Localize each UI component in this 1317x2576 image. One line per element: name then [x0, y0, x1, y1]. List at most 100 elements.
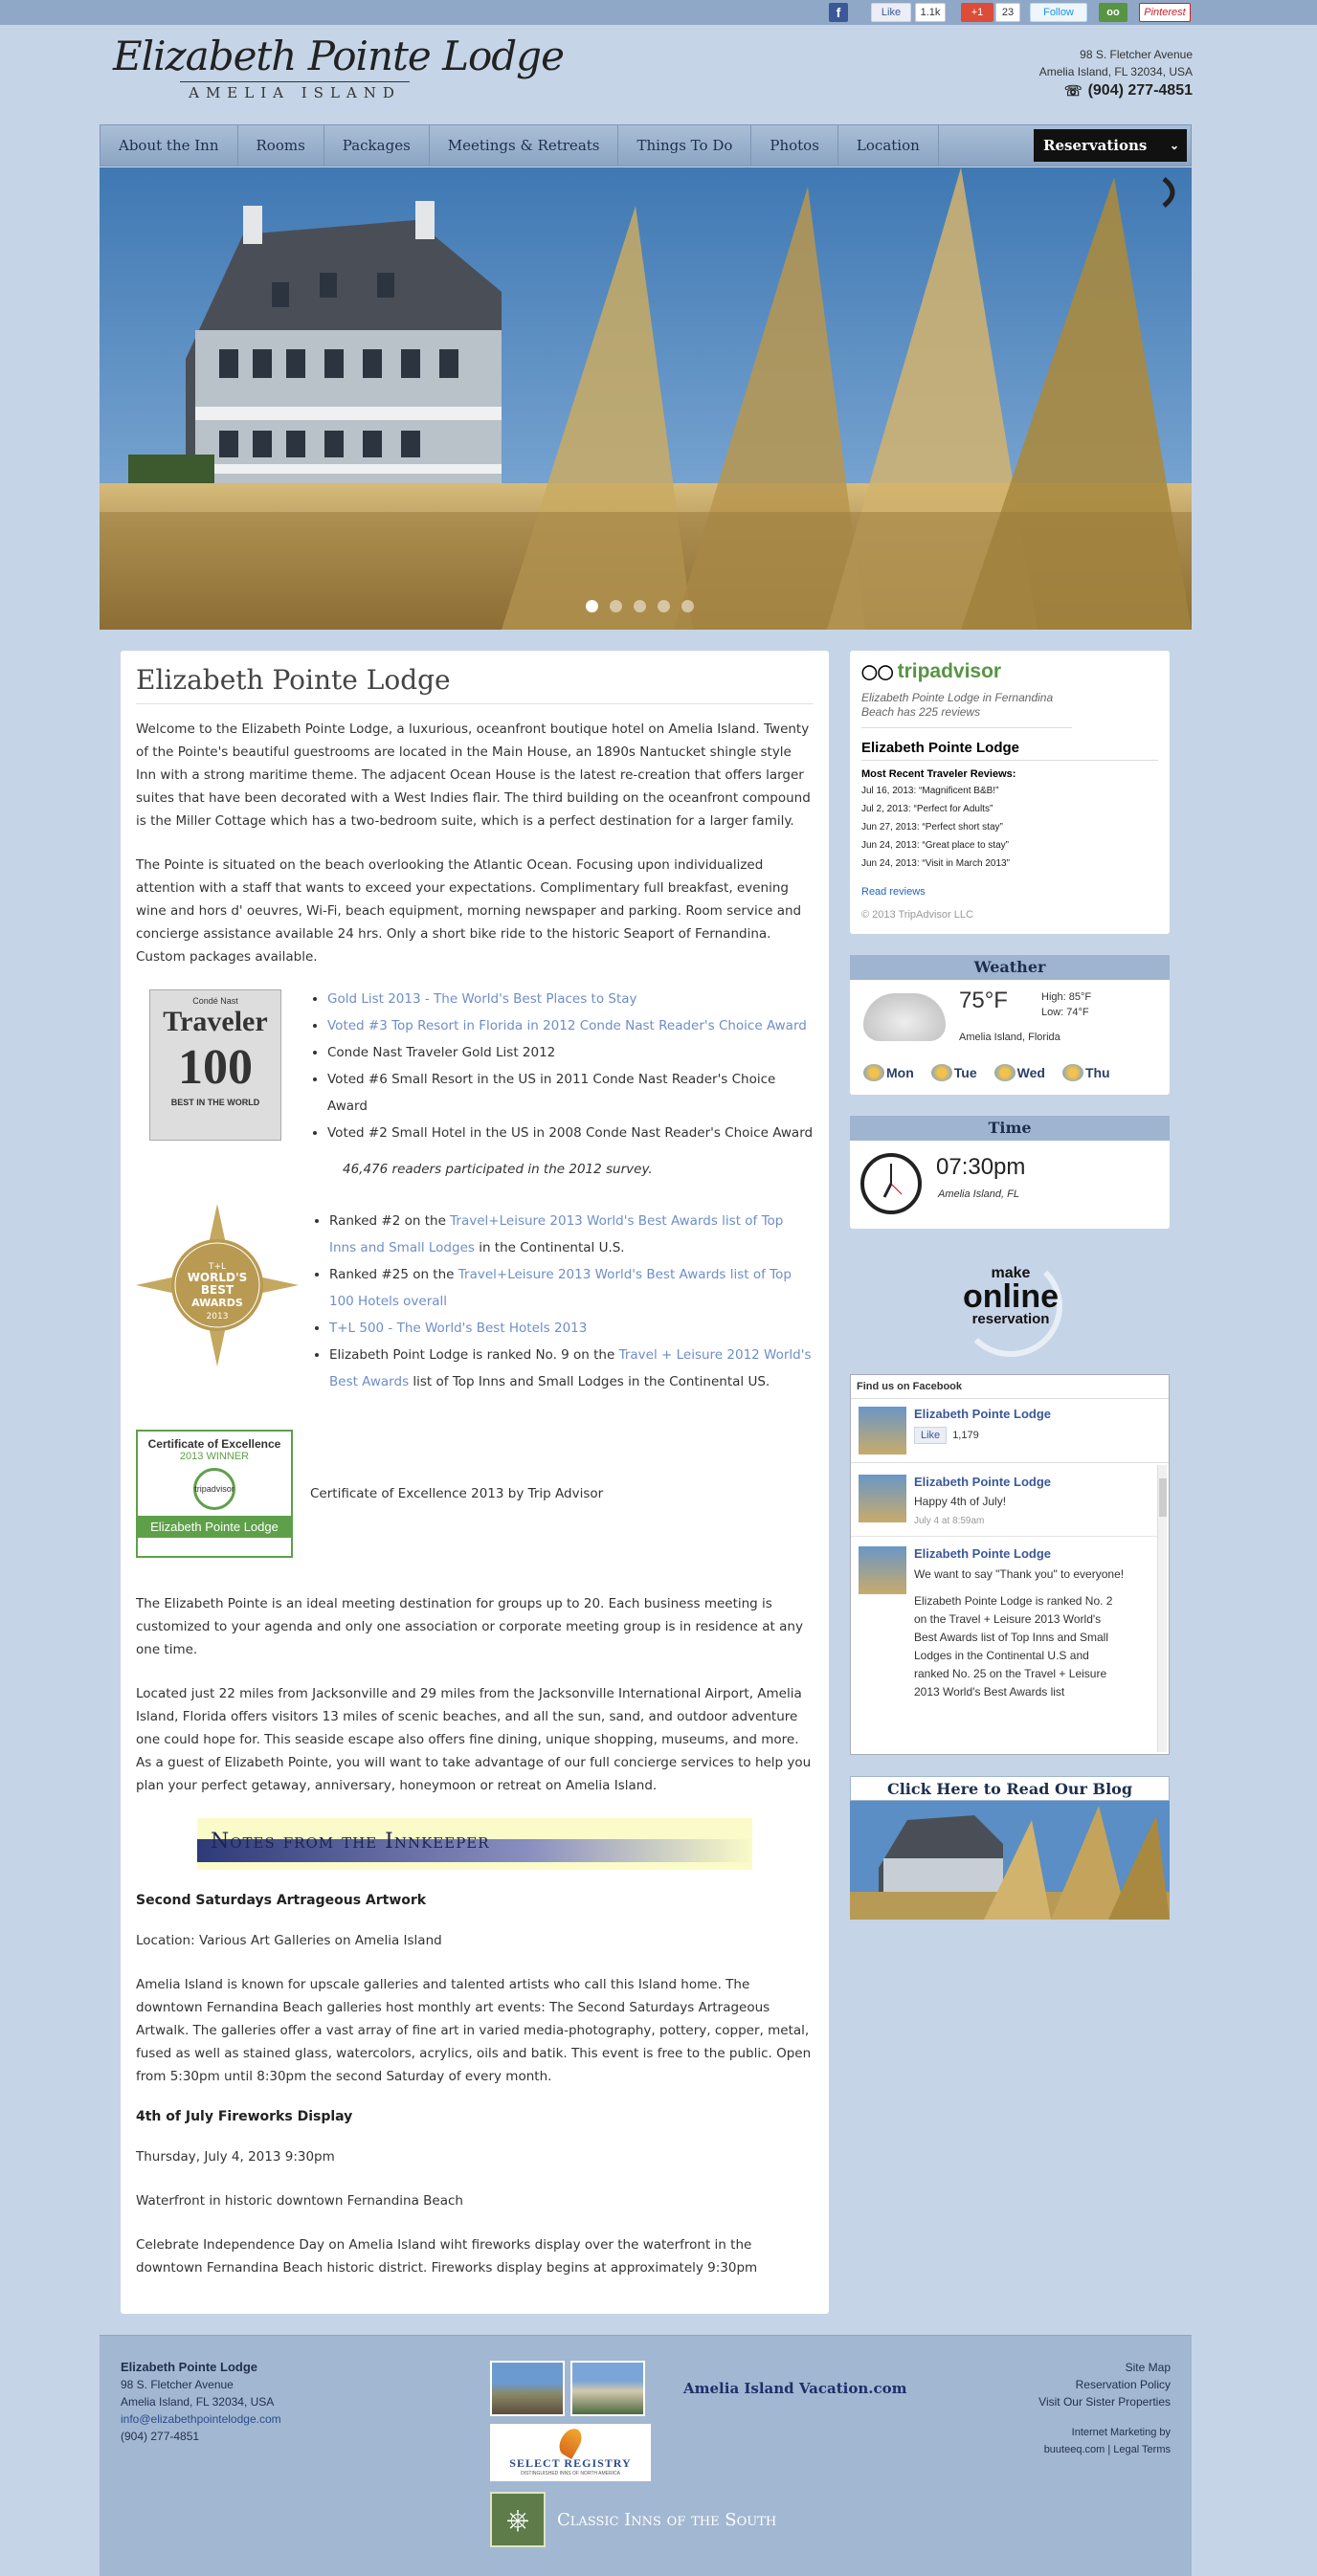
event2-body: Celebrate Independence Day on Amelia Isl…: [136, 2237, 758, 2276]
badge-line2: WORLD'S: [188, 1271, 248, 1284]
facebook-post: Elizabeth Pointe Lodge We want to say "T…: [851, 1537, 1157, 1711]
reservation-line2: online: [962, 1278, 1060, 1315]
certificate-badge[interactable]: Certificate of Excellence 2013 WINNER tr…: [136, 1430, 293, 1558]
online-reservation-button[interactable]: make online reservation: [953, 1246, 1068, 1357]
facebook-heading: Find us on Facebook: [851, 1375, 1169, 1399]
pinterest-button[interactable]: Pinterest: [1139, 3, 1191, 22]
slide-dot-1[interactable]: [586, 600, 598, 612]
facebook-like-button[interactable]: Like: [914, 1427, 948, 1444]
nav-about[interactable]: About the Inn: [100, 125, 238, 166]
facebook-like-button[interactable]: Like: [871, 3, 911, 22]
forecast-day: Tue: [930, 1064, 977, 1081]
blog-heading[interactable]: Click Here to Read Our Blog: [850, 1776, 1170, 1801]
footer-email[interactable]: info@elizabethpointelodge.com: [121, 2410, 281, 2428]
vacation-thumb-2[interactable]: [570, 2361, 645, 2416]
tripadvisor-hotel-name[interactable]: Elizabeth Pointe Lodge: [861, 740, 1158, 761]
traveler-badge-number: 100: [178, 1040, 253, 1095]
footer-phone[interactable]: (904) 277-4851: [121, 2428, 281, 2445]
feed-scrollbar[interactable]: [1157, 1465, 1167, 1752]
legal-terms-link[interactable]: Legal Terms: [1113, 2444, 1171, 2455]
award-link[interactable]: Gold List 2013 - The World's Best Places…: [327, 991, 637, 1007]
meeting-paragraph: The Elizabeth Pointe is an ideal meeting…: [136, 1596, 803, 1657]
review-item[interactable]: Jul 2, 2013: “Perfect for Adults”: [861, 800, 1158, 818]
award-item: Voted #6 Small Resort in the US in 2011 …: [327, 1066, 814, 1120]
nav-meetings[interactable]: Meetings & Retreats: [430, 125, 619, 166]
tripadvisor-icon[interactable]: oo: [1099, 3, 1127, 22]
review-item[interactable]: Jun 24, 2013: “Great place to stay”: [861, 836, 1158, 855]
conde-nast-list: Gold List 2013 - The World's Best Places…: [310, 986, 814, 1146]
reservations-label: Reservations: [1043, 137, 1148, 154]
review-item[interactable]: Jun 27, 2013: “Perfect short stay”: [861, 818, 1158, 836]
forecast-day: Wed: [993, 1064, 1045, 1081]
vacation-link[interactable]: Amelia Island Vacation.com: [683, 2380, 907, 2397]
traveler-badge: Condé Nast Traveler 100 BEST IN THE WORL…: [149, 989, 281, 1141]
review-item[interactable]: Jun 24, 2013: “Visit in March 2013”: [861, 855, 1158, 873]
read-reviews-link[interactable]: Read reviews: [861, 886, 1158, 898]
post-text: Happy 4th of July!: [914, 1495, 1007, 1508]
nav-packages[interactable]: Packages: [324, 125, 430, 166]
forecast-day-label: Wed: [1016, 1065, 1045, 1080]
page-avatar[interactable]: [859, 1407, 906, 1455]
feed-scrollbar-thumb[interactable]: [1159, 1478, 1167, 1517]
facebook-icon[interactable]: f: [829, 3, 848, 22]
travel-leisure-list: Ranked #2 on the Travel+Leisure 2013 Wor…: [312, 1208, 814, 1395]
post-author[interactable]: Elizabeth Pointe Lodge: [914, 1475, 1051, 1489]
nav-rooms[interactable]: Rooms: [238, 125, 324, 166]
slide-dot-2[interactable]: [610, 600, 622, 612]
header-phone[interactable]: ☏ (904) 277-4851: [1064, 82, 1193, 100]
facebook-like-row: Like 1,179: [914, 1427, 1051, 1444]
nav-photos[interactable]: Photos: [751, 125, 838, 166]
blog-widget[interactable]: Click Here to Read Our Blog: [850, 1776, 1170, 1920]
storm-icon: [863, 1064, 884, 1081]
nav-things-to-do[interactable]: Things To Do: [618, 125, 752, 166]
tripadvisor-logo-text: tripadvisor: [897, 660, 1002, 682]
storm-icon: [993, 1064, 1016, 1081]
award-text: in the Continental U.S.: [474, 1240, 625, 1255]
reservations-dropdown[interactable]: Reservations ⌄: [1034, 129, 1187, 162]
award-text: Ranked #25 on the: [329, 1267, 458, 1282]
google-plus-button[interactable]: +1: [961, 3, 993, 22]
award-link[interactable]: T+L 500 - The World's Best Hotels 2013: [329, 1321, 587, 1336]
time-widget: Time 07:30pm Amelia Island, FL: [850, 1116, 1170, 1229]
vacation-thumb-1[interactable]: [490, 2361, 565, 2416]
facebook-like-count: 1.1k: [915, 3, 946, 22]
slide-dot-5[interactable]: [681, 600, 694, 612]
facebook-like-count: 1,179: [952, 1430, 979, 1441]
footer-link-sister-properties[interactable]: Visit Our Sister Properties: [1038, 2393, 1171, 2410]
tripadvisor-widget: ◯◯ tripadvisor Elizabeth Pointe Lodge in…: [850, 651, 1170, 934]
nav-location[interactable]: Location: [838, 125, 939, 166]
main-content: Elizabeth Pointe Lodge Welcome to the El…: [121, 651, 829, 2314]
facebook-feed[interactable]: Elizabeth Pointe Lodge Happy 4th of July…: [851, 1465, 1167, 1752]
hero-image: [100, 167, 1192, 630]
site-logo[interactable]: Elizabeth Pointe Lodge AMELIA ISLAND: [113, 33, 565, 114]
select-registry-logo[interactable]: SELECT REGISTRY DISTINGUISHED INNS OF NO…: [490, 2424, 651, 2481]
award-item: Voted #3 Top Resort in Florida in 2012 C…: [327, 1012, 814, 1039]
footer-link-reservation-policy[interactable]: Reservation Policy: [1038, 2376, 1171, 2393]
tripadvisor-reviews-title: Most Recent Traveler Reviews:: [861, 768, 1016, 780]
slide-dot-4[interactable]: [658, 600, 670, 612]
buuteeq-link[interactable]: buuteeq.com: [1044, 2444, 1105, 2455]
award-item: T+L 500 - The World's Best Hotels 2013: [329, 1315, 814, 1342]
chevron-down-icon: ⌄: [1169, 139, 1179, 152]
footer-marketing: Internet Marketing by: [1071, 2427, 1171, 2438]
post-text: We want to say "Thank you" to everyone!: [914, 1567, 1125, 1581]
hero-slideshow[interactable]: [100, 167, 1192, 630]
survey-note: 46,476 readers participated in the 2012 …: [343, 1162, 653, 1177]
twitter-follow-button[interactable]: Follow: [1030, 3, 1087, 22]
post-author[interactable]: Elizabeth Pointe Lodge: [914, 1546, 1125, 1561]
footer-link-sitemap[interactable]: Site Map: [1038, 2359, 1171, 2376]
facebook-page-name[interactable]: Elizabeth Pointe Lodge: [914, 1407, 1051, 1421]
classic-inns-logo[interactable]: ⎈ Classic Inns of the South: [490, 2491, 796, 2548]
slide-dot-3[interactable]: [634, 600, 646, 612]
traveler-badge-top: Condé Nast: [192, 996, 238, 1006]
notes-banner[interactable]: Notes from the Innkeeper: [197, 1818, 752, 1870]
tripadvisor-logo[interactable]: ◯◯ tripadvisor: [861, 660, 1158, 683]
award-link[interactable]: Voted #3 Top Resort in Florida in 2012 C…: [327, 1018, 807, 1033]
logo-subtitle: AMELIA ISLAND: [180, 81, 410, 101]
page-title: Elizabeth Pointe Lodge: [136, 664, 814, 704]
event1-body: Amelia Island is known for upscale galle…: [136, 1977, 812, 2084]
cert-winner: 2013 WINNER: [179, 1451, 250, 1462]
address-line2: Amelia Island, FL 32034, USA: [1038, 65, 1193, 78]
tripadvisor-owl-icon: ◯◯: [861, 664, 894, 680]
review-item[interactable]: Jul 16, 2013: “Magnificent B&B!”: [861, 782, 1158, 800]
